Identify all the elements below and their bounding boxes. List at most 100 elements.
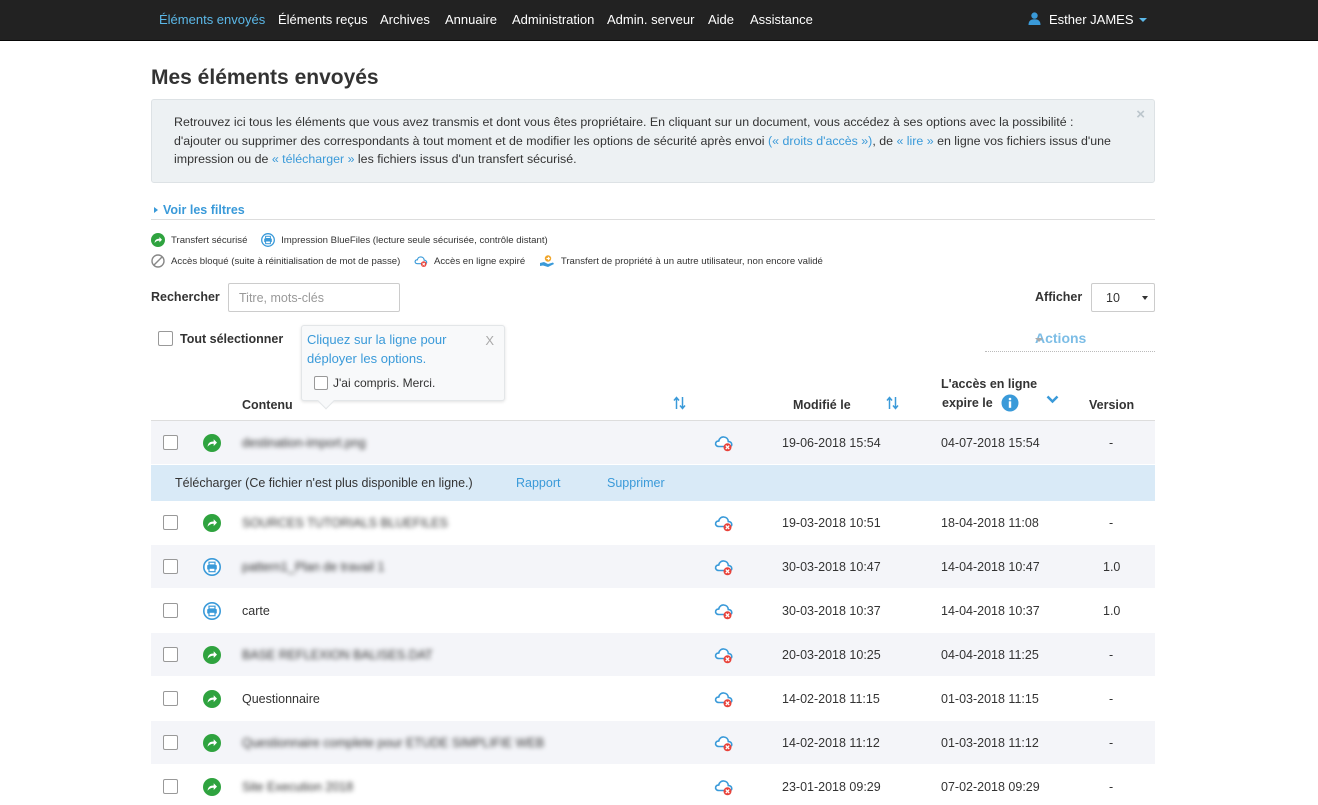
user-name: Esther JAMES — [1049, 12, 1134, 27]
row-checkbox[interactable] — [163, 779, 178, 794]
row-expires: 14-04-2018 10:47 — [941, 560, 1040, 574]
table-row[interactable]: pattern1_Plan de travail 1 30-03-2018 10:… — [151, 545, 1155, 589]
close-icon[interactable]: × — [1136, 106, 1145, 125]
transfer-icon — [203, 734, 221, 752]
table-row[interactable]: destination-import.png 19-06-2018 15:54 04… — [151, 421, 1155, 465]
row-checkbox[interactable] — [163, 691, 178, 706]
row-checkbox[interactable] — [163, 603, 178, 618]
tooltip-ack[interactable]: J'ai compris. Merci. — [314, 376, 435, 390]
filters-label: Voir les filtres — [163, 203, 245, 217]
nav-item-help[interactable]: Aide — [708, 12, 734, 27]
column-header-expires-line1[interactable]: L'accès en ligne — [941, 377, 1037, 391]
user-icon — [1028, 12, 1041, 25]
row-checkbox[interactable] — [163, 647, 178, 662]
table-row[interactable]: carte 30-03-2018 10:37 14-04-2018 10:37 1.0 — [151, 589, 1155, 633]
row-checkbox[interactable] — [163, 515, 178, 530]
transfer-icon — [203, 434, 221, 452]
legend-label: Transfert de propriété à un autre utilis… — [560, 256, 823, 267]
cloud-expired-icon — [414, 256, 428, 267]
row-version: - — [1109, 692, 1114, 706]
tooltip-ack-checkbox[interactable] — [314, 376, 328, 390]
cloud-expired-icon — [714, 436, 733, 452]
transfer-icon — [203, 646, 221, 664]
legend-ownership: Transfert de propriété à un autre utilis… — [539, 254, 823, 268]
page-title: Mes éléments envoyés — [151, 66, 379, 89]
nav-item-server-admin[interactable]: Admin. serveur — [607, 12, 694, 27]
cloud-expired-icon — [714, 516, 733, 532]
dropdown-arrow-icon — [1142, 296, 1148, 300]
top-navbar: Éléments envoyés Éléments reçus Archives… — [0, 0, 1318, 41]
row-checkbox[interactable] — [163, 735, 178, 750]
select-all[interactable]: Tout sélectionner — [158, 331, 283, 346]
hint-tooltip: Cliquez sur la ligne pour déployer les o… — [301, 325, 505, 410]
tooltip-ack-label: J'ai compris. Merci. — [333, 376, 436, 390]
nav-item-administration[interactable]: Administration — [512, 12, 594, 27]
table-row[interactable]: Questionnaire 14-02-2018 11:15 01-03-2018 … — [151, 677, 1155, 721]
column-header-expires-line2[interactable]: expire le — [942, 396, 993, 410]
print-icon — [203, 558, 221, 576]
row-version: 1.0 — [1103, 560, 1121, 574]
cloud-expired-icon — [714, 736, 733, 752]
transfer-icon — [151, 233, 165, 247]
cloud-expired-icon — [714, 604, 733, 620]
expanded-row-actions: Télécharger (Ce fichier n'est plus dispo… — [151, 465, 1155, 501]
legend-label: Transfert sécurisé — [171, 235, 248, 246]
row-checkbox[interactable] — [163, 435, 178, 450]
row-expires: 18-04-2018 11:08 — [941, 516, 1039, 530]
row-modified: 30-03-2018 10:47 — [782, 560, 881, 574]
cloud-expired-icon — [714, 692, 733, 708]
transfer-icon — [203, 514, 221, 532]
nav-item-archives[interactable]: Archives — [380, 12, 430, 27]
tooltip-close-button[interactable]: X — [485, 333, 494, 348]
delete-link[interactable]: Supprimer — [607, 476, 665, 490]
actions-dropdown[interactable]: Actions — [985, 326, 1155, 352]
row-expires: 07-02-2018 09:29 — [941, 780, 1040, 794]
filters-toggle[interactable]: Voir les filtres — [151, 203, 1155, 220]
select-all-checkbox[interactable] — [158, 331, 173, 346]
table-row[interactable]: Site Execution 2018 23-01-2018 09:29 07-02… — [151, 765, 1155, 805]
row-modified: 19-06-2018 15:54 — [782, 436, 881, 450]
sort-desc-chevron-icon[interactable] — [1046, 395, 1059, 404]
legend-row-1: Transfert sécurisé Impression BlueFiles … — [151, 233, 559, 247]
column-header-modified[interactable]: Modifié le — [793, 398, 851, 412]
row-content: BASE REFLEXION BALISES.DAT — [242, 648, 433, 662]
legend-secure-transfer: Transfert sécurisé — [151, 233, 247, 247]
search-input[interactable] — [228, 283, 400, 312]
download-action[interactable]: Télécharger (Ce fichier n'est plus dispo… — [175, 476, 473, 490]
table-row[interactable]: Questionnaire complete pour ETUDE SIMPLI… — [151, 721, 1155, 765]
legend-row-2: Accès bloqué (suite à réinitialisation d… — [151, 254, 834, 268]
caret-right-icon — [154, 207, 158, 213]
nav-item-assistance[interactable]: Assistance — [750, 12, 813, 27]
column-header-version[interactable]: Version — [1089, 398, 1134, 412]
page-size-select[interactable]: 10 — [1091, 283, 1155, 312]
row-checkbox[interactable] — [163, 559, 178, 574]
row-expires: 01-03-2018 11:12 — [941, 736, 1039, 750]
read-link[interactable]: « lire » — [896, 134, 933, 148]
legend-label: Impression BlueFiles (lecture seule sécu… — [281, 235, 548, 246]
print-icon — [203, 602, 221, 620]
row-expires: 04-04-2018 11:25 — [941, 648, 1039, 662]
user-menu[interactable]: Esther JAMES — [1028, 12, 1147, 27]
chevron-down-icon — [1138, 18, 1147, 22]
nav-item-received[interactable]: Éléments reçus — [278, 12, 368, 27]
sort-icon[interactable] — [673, 396, 686, 410]
row-modified: 19-03-2018 10:51 — [782, 516, 881, 530]
access-rights-link[interactable]: (« droits d'accès ») — [768, 134, 872, 148]
column-header-content[interactable]: Contenu — [242, 398, 293, 412]
nav-item-directory[interactable]: Annuaire — [445, 12, 497, 27]
table-row[interactable]: BASE REFLEXION BALISES.DAT 20-03-2018 10:… — [151, 633, 1155, 677]
row-version: 1.0 — [1103, 604, 1121, 618]
row-content: Questionnaire complete pour ETUDE SIMPLI… — [242, 736, 545, 750]
report-link[interactable]: Rapport — [516, 476, 560, 490]
blocked-icon — [151, 254, 165, 268]
nav-item-sent[interactable]: Éléments envoyés — [159, 12, 265, 27]
transfer-icon — [203, 690, 221, 708]
sort-icon[interactable] — [886, 396, 899, 410]
select-all-label: Tout sélectionner — [180, 332, 284, 346]
cloud-expired-icon — [714, 560, 733, 576]
download-link[interactable]: « télécharger » — [272, 152, 355, 166]
info-icon[interactable] — [1001, 394, 1019, 412]
ownership-transfer-icon — [539, 255, 554, 267]
row-content: carte — [242, 604, 270, 618]
table-row[interactable]: SOURCES TUTORIALS BLUEFILES 19-03-2018 10… — [151, 501, 1155, 545]
